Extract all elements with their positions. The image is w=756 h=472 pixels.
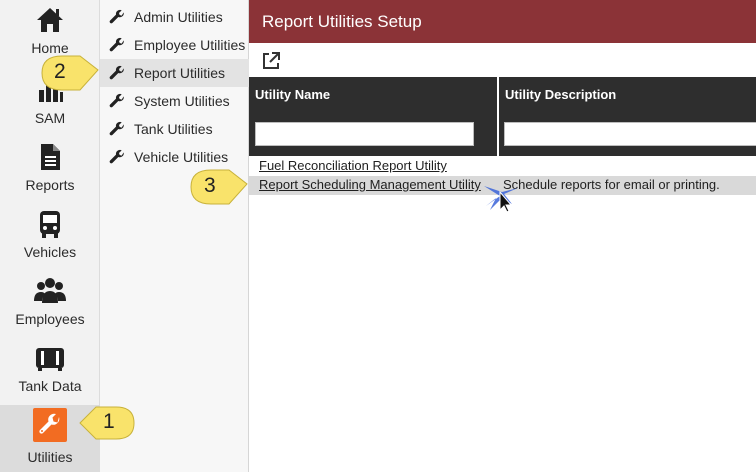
home-icon (0, 4, 100, 36)
submenu-label: System Utilities (134, 93, 230, 109)
submenu-report-utilities[interactable]: Report Utilities (100, 59, 249, 87)
submenu-label: Tank Utilities (134, 121, 213, 137)
bus-icon (0, 208, 100, 240)
callout-3: 3 (187, 167, 248, 205)
wrench-icon (109, 121, 124, 136)
page-title: Report Utilities Setup (249, 0, 756, 43)
table-row[interactable]: Fuel Reconciliation Report Utility (249, 157, 756, 176)
callout-2: 2 (38, 53, 99, 91)
nav-reports-label: Reports (25, 177, 75, 193)
grid-filter-row (249, 112, 756, 156)
nav-sam-label: SAM (34, 110, 66, 126)
utility-name-link[interactable]: Fuel Reconciliation Report Utility (259, 158, 499, 173)
nav-utilities-label: Utilities (27, 449, 73, 465)
grid-header: Utility Name Utility Description (249, 77, 756, 112)
filter-utility-name-input[interactable] (255, 122, 474, 146)
nav-vehicles[interactable]: Vehicles (0, 204, 100, 271)
submenu-system-utilities[interactable]: System Utilities (100, 87, 249, 115)
grid-toolbar (249, 43, 756, 77)
column-divider (497, 77, 499, 156)
column-header-utility-description[interactable]: Utility Description (499, 77, 756, 112)
nav-employees-label: Employees (15, 311, 85, 327)
utilities-submenu: Admin Utilities Employee Utilities Repor… (100, 0, 249, 472)
utility-description: Schedule reports for email or printing. (503, 177, 720, 192)
nav-tank-data[interactable]: Tank Data (0, 338, 100, 405)
main-panel: Report Utilities Setup Utility Name Util… (249, 0, 756, 472)
wrench-icon (109, 37, 124, 52)
submenu-employee-utilities[interactable]: Employee Utilities (100, 31, 249, 59)
submenu-label: Admin Utilities (134, 9, 223, 25)
nav-vehicles-label: Vehicles (23, 244, 77, 260)
submenu-label: Report Utilities (134, 65, 226, 81)
utility-name-link[interactable]: Report Scheduling Management Utility (259, 177, 499, 192)
nav-reports[interactable]: Reports (0, 137, 100, 204)
column-header-utility-name[interactable]: Utility Name (249, 77, 497, 112)
wrench-icon (109, 149, 124, 164)
submenu-label: Vehicle Utilities (134, 149, 229, 165)
table-row-selected[interactable]: Report Scheduling Management Utility Sch… (249, 176, 756, 195)
users-icon (0, 275, 100, 307)
external-link-icon[interactable] (261, 51, 281, 71)
filter-utility-description-input[interactable] (504, 122, 756, 146)
callout-1: 1 (76, 403, 136, 441)
wrench-icon (109, 65, 124, 80)
nav-employees[interactable]: Employees (0, 271, 100, 338)
wrench-icon (109, 9, 124, 24)
submenu-admin-utilities[interactable]: Admin Utilities (100, 3, 249, 31)
nav-tank-data-label: Tank Data (18, 378, 82, 394)
submenu-label: Employee Utilities (134, 37, 246, 53)
submenu-tank-utilities[interactable]: Tank Utilities (100, 115, 249, 143)
wrench-icon (109, 93, 124, 108)
document-icon (0, 141, 100, 173)
tank-icon (0, 342, 100, 374)
